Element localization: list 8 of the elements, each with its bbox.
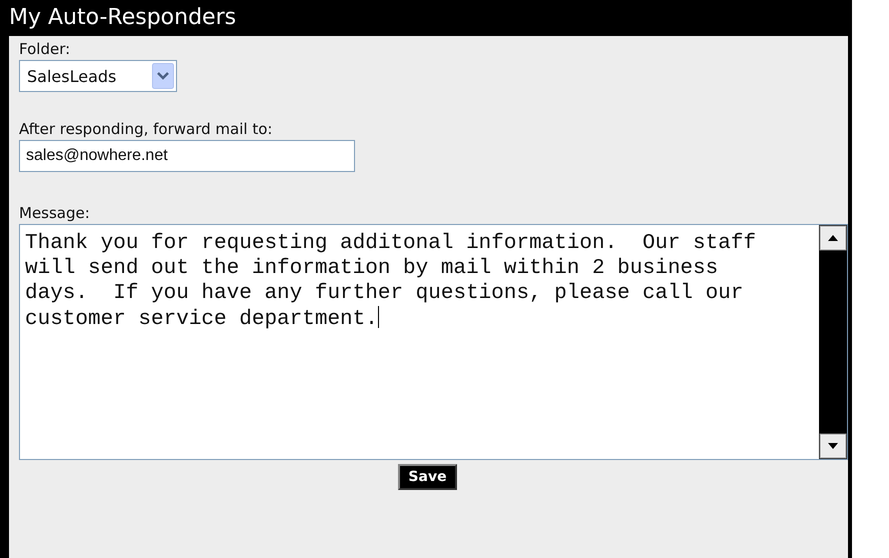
forward-label: After responding, forward mail to: bbox=[19, 119, 274, 140]
folder-label: Folder: bbox=[19, 39, 72, 60]
save-button[interactable]: Save bbox=[398, 464, 457, 490]
panel-title: My Auto-Responders bbox=[9, 4, 238, 32]
forward-email-field[interactable]: sales@nowhere.net bbox=[19, 140, 355, 172]
dropdown-icon bbox=[152, 63, 174, 89]
message-label: Message: bbox=[19, 203, 91, 224]
folder-select[interactable]: SalesLeads bbox=[19, 60, 177, 92]
